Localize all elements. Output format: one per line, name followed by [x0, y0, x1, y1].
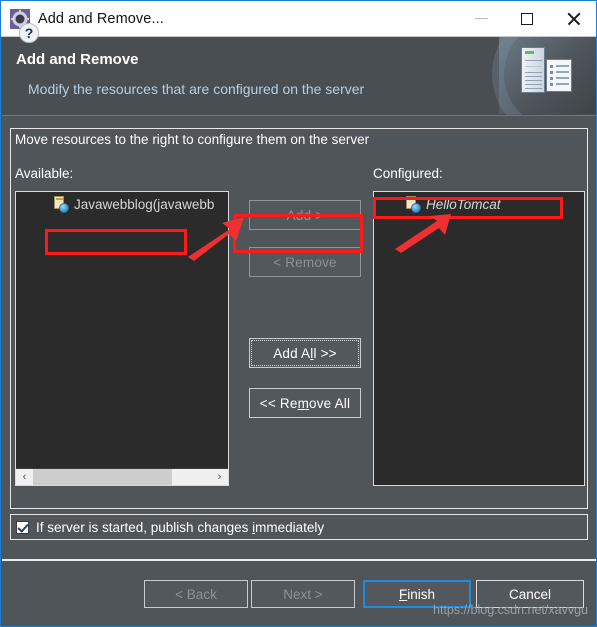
- back-button[interactable]: < Back: [144, 580, 248, 608]
- minimize-button[interactable]: [458, 1, 504, 36]
- close-button[interactable]: [550, 1, 596, 36]
- configured-list[interactable]: HelloTomcat: [373, 191, 585, 486]
- remove-all-label: << Remove All: [259, 395, 351, 411]
- web-module-icon: [52, 196, 69, 213]
- add-all-button[interactable]: Add All >>: [249, 338, 361, 368]
- remove-all-button[interactable]: << Remove All: [249, 388, 361, 418]
- publish-option-label: If server is started, publish changes im…: [36, 519, 325, 535]
- scrollbar-thumb[interactable]: [33, 469, 172, 485]
- document-icon: [546, 59, 572, 92]
- scrollbar-track[interactable]: [33, 469, 211, 485]
- instruction-text: Move resources to the right to configure…: [15, 132, 370, 147]
- window-title: Add and Remove...: [38, 10, 164, 27]
- title-bar: Add and Remove...: [1, 1, 596, 37]
- maximize-icon: [521, 12, 533, 25]
- header-title: Add and Remove: [16, 51, 139, 68]
- header-subtitle: Modify the resources that are configured…: [28, 81, 365, 97]
- available-label: Available:: [15, 166, 74, 181]
- list-item-label: HelloTomcat: [426, 196, 501, 212]
- scroll-left-icon[interactable]: ‹: [16, 469, 33, 485]
- transfer-panel: Move resources to the right to configure…: [10, 128, 588, 509]
- dialog-body: Move resources to the right to configure…: [2, 116, 596, 559]
- add-and-remove-dialog: Add and Remove... Add and Remove Modify …: [0, 0, 597, 627]
- window-controls: [458, 1, 596, 37]
- finish-label: Finish: [398, 586, 435, 602]
- publish-immediately-checkbox[interactable]: [16, 520, 29, 534]
- help-icon[interactable]: ?: [19, 23, 39, 43]
- available-list-hscrollbar[interactable]: ‹ ›: [16, 468, 228, 485]
- watermark-text: https://blog.csdn.net/xavvgu: [433, 603, 588, 617]
- publish-option-row[interactable]: If server is started, publish changes im…: [10, 514, 588, 540]
- minimize-icon: [474, 18, 488, 19]
- wizard-header: Add and Remove Modify the resources that…: [2, 37, 596, 116]
- close-icon: [566, 11, 581, 26]
- list-item[interactable]: HelloTomcat: [404, 196, 501, 213]
- scroll-right-icon[interactable]: ›: [211, 469, 228, 485]
- maximize-button[interactable]: [504, 1, 550, 36]
- add-button[interactable]: Add >: [249, 200, 361, 230]
- remove-button[interactable]: < Remove: [249, 247, 361, 277]
- available-list[interactable]: Javawebblog(javawebb ‹ ›: [15, 191, 229, 486]
- web-module-icon: [404, 196, 421, 213]
- transfer-button-column: Add > < Remove Add All >> << Remove All: [243, 191, 367, 486]
- add-all-label: Add All >>: [273, 345, 337, 361]
- list-item[interactable]: Javawebblog(javawebb: [52, 196, 215, 213]
- configured-label: Configured:: [373, 166, 443, 181]
- next-button[interactable]: Next >: [251, 580, 355, 608]
- server-tower-icon: [521, 47, 545, 93]
- server-illustration: [492, 37, 596, 115]
- list-item-label: Javawebblog(javawebb: [74, 196, 215, 212]
